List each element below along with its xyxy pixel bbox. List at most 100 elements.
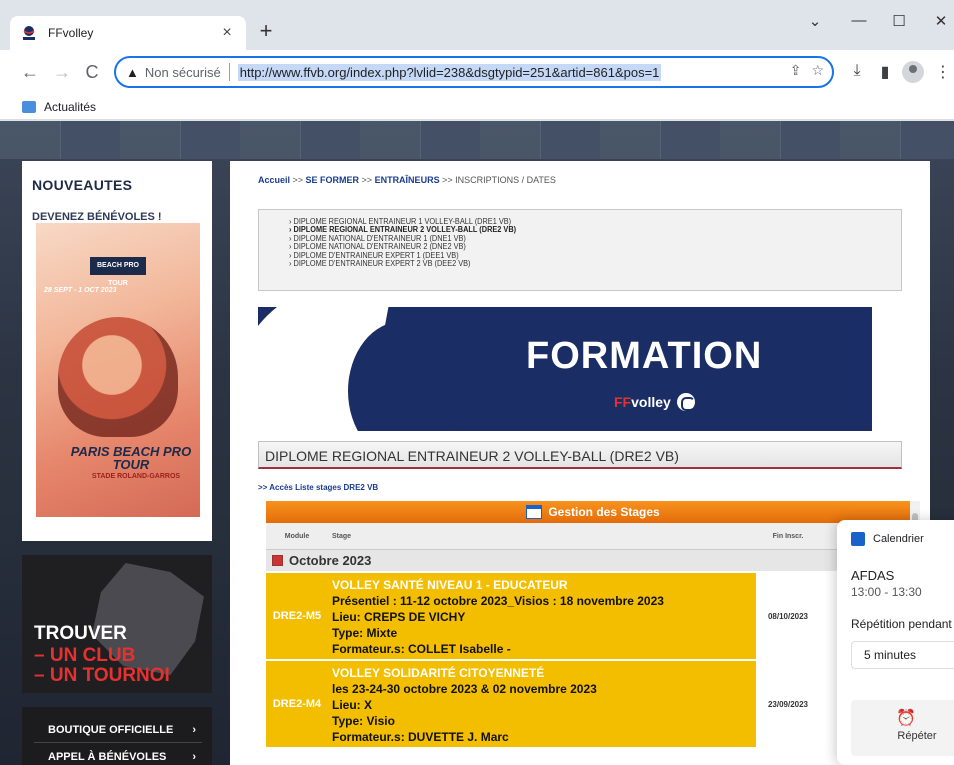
stage-formateur: Formateur.s: COLLET Isabelle - xyxy=(332,642,511,656)
stages-table: Gestion des Stages Module Stage Fin Insc… xyxy=(266,501,920,765)
minimize-button[interactable]: — xyxy=(844,12,874,29)
reload-button[interactable]: C xyxy=(80,60,104,84)
header-photo xyxy=(0,121,954,159)
snooze-button-label: Répéter xyxy=(897,730,937,742)
ffvolley-logo: FFvolley xyxy=(614,393,695,411)
table-row[interactable]: DRE2-M4 VOLLEY SOLIDARITÉ CITOYENNETÉ le… xyxy=(266,659,920,747)
stage-fin-inscr: 08/10/2023 xyxy=(756,573,820,659)
calendar-notification[interactable]: Calendrier AFDAS 13:00 - 13:30 Répétitio… xyxy=(837,520,954,765)
address-bar[interactable]: ▲ Non sécurisé http://www.ffvb.org/index… xyxy=(114,56,834,88)
url-text[interactable]: http://www.ffvb.org/index.php?lvlid=238&… xyxy=(237,63,662,81)
logo-volley: volley xyxy=(631,394,671,410)
stage-dates: les 23-24-30 octobre 2023 & 02 novembre … xyxy=(332,682,597,696)
ffvolley-favicon-icon xyxy=(20,24,38,42)
tab-search-icon[interactable]: ⌄ xyxy=(800,12,830,30)
browser-tab[interactable]: FFvolley × xyxy=(10,16,246,50)
snooze-button[interactable]: ⏰ Répéter xyxy=(851,700,954,756)
table-row[interactable]: DRE2-M5 VOLLEY SANTÉ NIVEAU 1 - EDUCATEU… xyxy=(266,571,920,659)
stage-lieu: Lieu: X xyxy=(332,698,373,712)
sidebar-subheading[interactable]: DEVENEZ BÉNÉVOLES ! xyxy=(22,193,212,223)
banner-title: FORMATION xyxy=(526,335,763,377)
breadcrumb-se-former[interactable]: SE FORMER xyxy=(306,175,360,185)
calendar-app-icon xyxy=(851,532,865,546)
stage-fin-inscr: 23/09/2023 xyxy=(756,661,820,747)
stage-dates: Présentiel : 11-12 octobre 2023_Visios :… xyxy=(332,594,664,608)
notification-app: Calendrier xyxy=(851,532,954,546)
maximize-button[interactable]: ☐ xyxy=(884,12,914,30)
web-page: NOUVEAUTES DEVENEZ BÉNÉVOLES ! BEACH PRO… xyxy=(0,121,954,765)
promo-players-image xyxy=(58,317,178,437)
col-module: Module xyxy=(284,532,310,540)
promo-date: 28 SEPT - 1 OCT 2023 xyxy=(44,287,117,294)
bookmarks-bar: Actualités xyxy=(0,94,954,120)
diplome-list: › DIPLOME REGIONAL ENTRAINEUR 1 VOLLEY-B… xyxy=(258,209,902,291)
notification-app-name: Calendrier xyxy=(873,533,924,545)
download-icon[interactable]: ⤓ xyxy=(846,62,868,80)
stage-lieu: Lieu: CREPS DE VICHY xyxy=(332,610,466,624)
tab-close-icon[interactable]: × xyxy=(218,24,236,42)
side-panel-icon[interactable]: ▮ xyxy=(874,62,896,82)
breadcrumb-sep: >> xyxy=(290,175,306,185)
trouver-club: – UN CLUB xyxy=(34,645,136,666)
beach-pro-tour-poster[interactable]: BEACH PRO TOUR 28 SEPT - 1 OCT 2023 PARI… xyxy=(36,223,200,517)
forward-button[interactable]: → xyxy=(50,60,74,84)
volleyball-icon xyxy=(676,393,695,411)
stage-name[interactable]: VOLLEY SOLIDARITÉ CITOYENNETÉ xyxy=(332,665,750,681)
security-status[interactable]: Non sécurisé xyxy=(145,65,221,80)
event-time: 13:00 - 13:30 xyxy=(851,585,922,599)
acces-liste-link[interactable]: >> Accès Liste stages DRE2 VB xyxy=(258,483,378,492)
stage-formateur: Formateur.s: DUVETTE J. Marc xyxy=(332,730,509,744)
formation-banner: FORMATION FFvolley xyxy=(258,307,872,431)
stages-title: Gestion des Stages xyxy=(548,505,660,519)
stage-name[interactable]: VOLLEY SANTÉ NIVEAU 1 - EDUCATEUR xyxy=(332,577,750,593)
sidebar-menu: BOUTIQUE OFFICIELLE › APPEL À BÉNÉVOLES … xyxy=(22,707,212,765)
tab-title: FFvolley xyxy=(48,26,94,40)
diplome-label: DIPLOME D'ENTRAINEUR EXPERT 2 VB (DEE2 V… xyxy=(293,259,471,269)
promo-venue: STADE ROLAND-GARROS xyxy=(91,473,181,480)
snooze-label: Répétition pendant xyxy=(851,617,952,631)
bookmark-star-icon[interactable]: ☆ xyxy=(811,62,824,79)
breadcrumb: Accueil >> SE FORMER >> ENTRAÎNEURS >> I… xyxy=(258,175,556,185)
trouver-label: TROUVER xyxy=(34,623,127,644)
diploma-title: DIPLOME REGIONAL ENTRAINEUR 2 VOLLEY-BAL… xyxy=(258,441,902,469)
share-icon[interactable]: ⇪ xyxy=(790,62,802,79)
menu-benevoles[interactable]: APPEL À BÉNÉVOLES › xyxy=(34,744,202,765)
stage-type: Type: Visio xyxy=(332,714,395,728)
trouver-club-banner[interactable]: TROUVER – UN CLUB – UN TOURNOI xyxy=(22,555,212,693)
browser-toolbar: ← → C ▲ Non sécurisé http://www.ffvb.org… xyxy=(0,50,954,94)
snooze-duration-select[interactable]: 5 minutes xyxy=(851,641,954,669)
news-icon xyxy=(22,100,36,113)
breadcrumb-current: INSCRIPTIONS / DATES xyxy=(455,175,556,185)
stage-code: DRE2-M4 xyxy=(266,661,328,747)
event-title: AFDAS xyxy=(851,568,895,583)
close-window-button[interactable]: ✕ xyxy=(926,12,954,30)
back-button[interactable]: ← xyxy=(18,60,42,84)
tab-strip: FFvolley × + ⌄ — ☐ ✕ xyxy=(0,0,954,50)
stages-header: Gestion des Stages xyxy=(266,501,920,523)
bookmark-actualites[interactable]: Actualités xyxy=(44,100,96,114)
profile-avatar[interactable] xyxy=(902,61,924,83)
trouver-tournoi: – UN TOURNOI xyxy=(34,665,170,686)
breadcrumb-home[interactable]: Accueil xyxy=(258,175,290,185)
stage-type: Type: Mixte xyxy=(332,626,398,640)
bullet-icon: › xyxy=(289,259,292,269)
breadcrumb-sep: >> xyxy=(439,175,456,185)
warning-icon[interactable]: ▲ xyxy=(126,65,139,80)
browser-menu-icon[interactable]: ⋮ xyxy=(932,62,954,82)
omnibox-actions: ⇪ ☆ xyxy=(790,62,824,79)
stage-details: VOLLEY SANTÉ NIVEAU 1 - EDUCATEUR Présen… xyxy=(328,573,756,659)
breadcrumb-entraineurs[interactable]: ENTRAÎNEURS xyxy=(375,175,440,185)
diplome-link[interactable]: › DIPLOME D'ENTRAINEUR EXPERT 2 VB (DEE2… xyxy=(289,259,852,269)
main-content: Accueil >> SE FORMER >> ENTRAÎNEURS >> I… xyxy=(230,161,930,765)
chevron-right-icon: › xyxy=(192,723,196,736)
logo-ff: FF xyxy=(614,394,632,410)
new-tab-button[interactable]: + xyxy=(254,20,278,44)
calendar-icon xyxy=(526,505,543,519)
chevron-right-icon: › xyxy=(192,750,196,763)
promo-brand: BEACH PRO TOUR xyxy=(90,257,146,287)
month-row: Octobre 2023 xyxy=(266,549,920,571)
menu-boutique[interactable]: BOUTIQUE OFFICIELLE › xyxy=(34,717,202,743)
stages-column-headers: Module Stage Fin Inscr. xyxy=(266,523,920,549)
sidebar-heading: NOUVEAUTES xyxy=(32,177,133,193)
menu-boutique-label: BOUTIQUE OFFICIELLE xyxy=(48,723,174,736)
